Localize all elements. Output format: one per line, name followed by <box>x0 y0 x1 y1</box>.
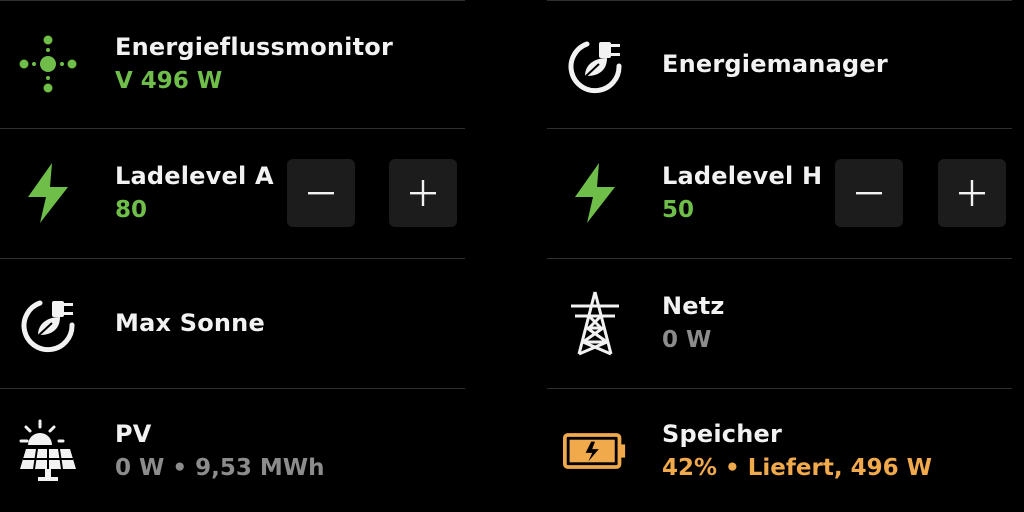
minus-icon <box>308 192 334 195</box>
tile-title: Max Sonne <box>115 309 265 337</box>
tile-energy-flow-monitor[interactable]: Energieflussmonitor V 496 W <box>0 0 465 128</box>
tile-storage[interactable]: Speicher 42% • Liefert, 496 W <box>547 389 1012 512</box>
tile-text: PV 0 W • 9,53 MWh <box>115 417 324 485</box>
tile-title: Netz <box>662 292 725 320</box>
tile-value: V 496 W <box>115 68 223 94</box>
plus-icon <box>959 180 985 206</box>
tile-max-sonne[interactable]: Max Sonne <box>0 259 465 387</box>
tile-grid[interactable]: Netz 0 W <box>547 259 1012 387</box>
tile-value: 80 <box>115 197 148 223</box>
right-column: Energiemanager Ladelevel H 50 Netz 0 W S… <box>547 0 1012 512</box>
increase-button[interactable] <box>938 159 1006 227</box>
power-tower-icon <box>563 291 627 356</box>
tile-text: Ladelevel A 80 <box>115 159 274 227</box>
tile-charge-level-h: Ladelevel H 50 <box>547 129 1012 257</box>
tile-value: 0 W <box>662 327 712 353</box>
tile-title: Ladelevel H <box>662 162 823 190</box>
tile-title: Energiemanager <box>662 50 888 78</box>
tile-charge-level-a: Ladelevel A 80 <box>0 129 465 257</box>
tile-text: Energieflussmonitor V 496 W <box>115 30 393 98</box>
decrease-button[interactable] <box>287 159 355 227</box>
solar-panel-icon <box>16 419 80 483</box>
tile-text: Energiemanager <box>662 47 888 81</box>
lightning-icon <box>16 161 80 225</box>
left-column: Energieflussmonitor V 496 W Ladelevel A … <box>0 0 465 512</box>
increase-button[interactable] <box>389 159 457 227</box>
plus-icon <box>410 180 436 206</box>
tile-title: Speicher <box>662 419 782 448</box>
tile-value: 42% • Liefert, 496 W <box>662 454 932 481</box>
energy-flow-icon <box>16 32 80 96</box>
tile-value: 50 <box>662 197 695 223</box>
decrease-button[interactable] <box>835 159 903 227</box>
tile-text: Speicher 42% • Liefert, 496 W <box>662 417 932 485</box>
minus-icon <box>856 192 882 195</box>
eco-plug-icon <box>563 32 627 96</box>
tile-pv[interactable]: PV 0 W • 9,53 MWh <box>0 389 465 512</box>
tile-text: Netz 0 W <box>662 289 725 357</box>
battery-icon <box>563 419 627 483</box>
lightning-icon <box>563 161 627 225</box>
tile-title: Ladelevel A <box>115 162 274 190</box>
eco-plug-icon <box>16 291 80 355</box>
tile-title: PV <box>115 419 152 448</box>
tile-value: 0 W • 9,53 MWh <box>115 454 325 481</box>
tile-text: Ladelevel H 50 <box>662 159 822 227</box>
tile-energy-manager[interactable]: Energiemanager <box>547 0 1012 128</box>
tile-title: Energieflussmonitor <box>115 33 394 61</box>
tile-text: Max Sonne <box>115 306 265 340</box>
